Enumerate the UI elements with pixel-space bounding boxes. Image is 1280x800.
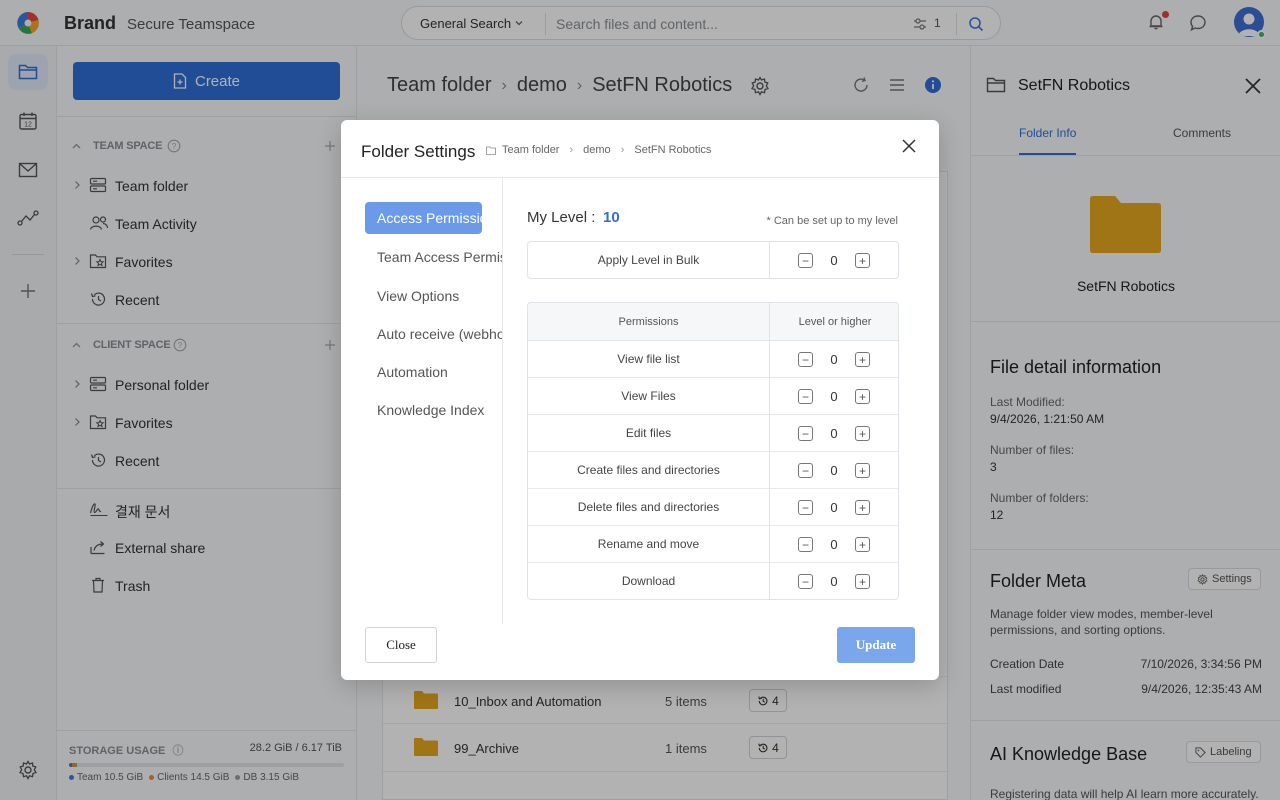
dialog-title: Folder Settings: [361, 142, 476, 161]
permission-label: Delete files and directories: [528, 489, 770, 525]
level-stepper: − 0 +: [798, 426, 870, 441]
dialog-breadcrumb-item: Team folder: [502, 144, 560, 156]
stepper-value: 0: [830, 500, 838, 515]
permission-label: Download: [528, 563, 770, 599]
bulk-level-stepper: − 0 +: [798, 253, 870, 268]
stepper-value: 0: [830, 389, 838, 404]
table-row: View Files − 0 +: [528, 378, 898, 415]
column-header-level: Level or higher: [798, 315, 872, 328]
level-stepper: − 0 +: [798, 389, 870, 404]
nav-team-access-permissions[interactable]: Team Access Permissions: [365, 241, 502, 273]
my-level-value: 10: [603, 209, 620, 226]
stepper-value: 0: [830, 463, 838, 478]
dialog-breadcrumb: Team folder › demo › SetFN Robotics: [486, 144, 711, 156]
close-button[interactable]: Close: [365, 627, 437, 663]
stepper-value: 0: [830, 574, 838, 589]
permission-label: View file list: [528, 341, 770, 377]
permission-label: View Files: [528, 378, 770, 414]
breadcrumb-separator-icon: ›: [569, 144, 574, 156]
dialog-breadcrumb-item: SetFN Robotics: [634, 144, 712, 156]
dialog-close-icon[interactable]: [900, 137, 918, 155]
apply-level-bulk-label: Apply Level in Bulk: [528, 242, 770, 278]
column-header-permissions: Permissions: [528, 303, 770, 340]
decrement-button[interactable]: −: [798, 463, 813, 478]
dialog-breadcrumb-item: demo: [583, 144, 611, 156]
nav-automation[interactable]: Automation: [365, 356, 502, 388]
permission-label: Rename and move: [528, 526, 770, 562]
folder-outline-icon: [486, 146, 496, 155]
increment-button[interactable]: +: [855, 463, 870, 478]
stepper-value: 0: [830, 253, 838, 268]
level-stepper: − 0 +: [798, 500, 870, 515]
stepper-value: 0: [830, 352, 838, 367]
level-stepper: − 0 +: [798, 463, 870, 478]
table-row: Edit files − 0 +: [528, 415, 898, 452]
decrement-button[interactable]: −: [798, 574, 813, 589]
increment-button[interactable]: +: [855, 500, 870, 515]
apply-level-bulk-row: Apply Level in Bulk − 0 +: [527, 241, 899, 279]
nav-knowledge-index[interactable]: Knowledge Index: [365, 394, 502, 426]
update-button[interactable]: Update: [837, 627, 915, 663]
breadcrumb-separator-icon: ›: [620, 144, 625, 156]
permissions-table: Permissions Level or higher View file li…: [527, 302, 899, 600]
level-stepper: − 0 +: [798, 574, 870, 589]
permissions-table-header: Permissions Level or higher: [528, 303, 898, 341]
increment-button[interactable]: +: [855, 352, 870, 367]
nav-view-options[interactable]: View Options: [365, 280, 502, 312]
folder-settings-dialog: Folder Settings Team folder › demo › Set…: [341, 120, 939, 680]
decrement-button[interactable]: −: [798, 389, 813, 404]
dialog-header-divider: [341, 177, 939, 178]
stepper-value: 0: [830, 426, 838, 441]
permission-label: Edit files: [528, 415, 770, 451]
stepper-value: 0: [830, 537, 838, 552]
nav-access-permission[interactable]: Access Permission: [365, 202, 482, 234]
table-row: Download − 0 +: [528, 563, 898, 599]
increment-button[interactable]: +: [855, 426, 870, 441]
increment-button[interactable]: +: [855, 253, 870, 268]
nav-auto-receive[interactable]: Auto receive (webhook): [365, 318, 502, 350]
my-level-label: My Level :: [527, 209, 596, 226]
decrement-button[interactable]: −: [798, 426, 813, 441]
decrement-button[interactable]: −: [798, 500, 813, 515]
table-row: Delete files and directories − 0 +: [528, 489, 898, 526]
decrement-button[interactable]: −: [798, 352, 813, 367]
permission-label: Create files and directories: [528, 452, 770, 488]
dialog-nav-divider: [502, 178, 503, 624]
table-row: Create files and directories − 0 +: [528, 452, 898, 489]
increment-button[interactable]: +: [855, 389, 870, 404]
level-note: * Can be set up to my level: [766, 215, 898, 227]
increment-button[interactable]: +: [855, 574, 870, 589]
increment-button[interactable]: +: [855, 537, 870, 552]
decrement-button[interactable]: −: [798, 253, 813, 268]
level-stepper: − 0 +: [798, 352, 870, 367]
table-row: View file list − 0 +: [528, 341, 898, 378]
level-stepper: − 0 +: [798, 537, 870, 552]
decrement-button[interactable]: −: [798, 537, 813, 552]
table-row: Rename and move − 0 +: [528, 526, 898, 563]
